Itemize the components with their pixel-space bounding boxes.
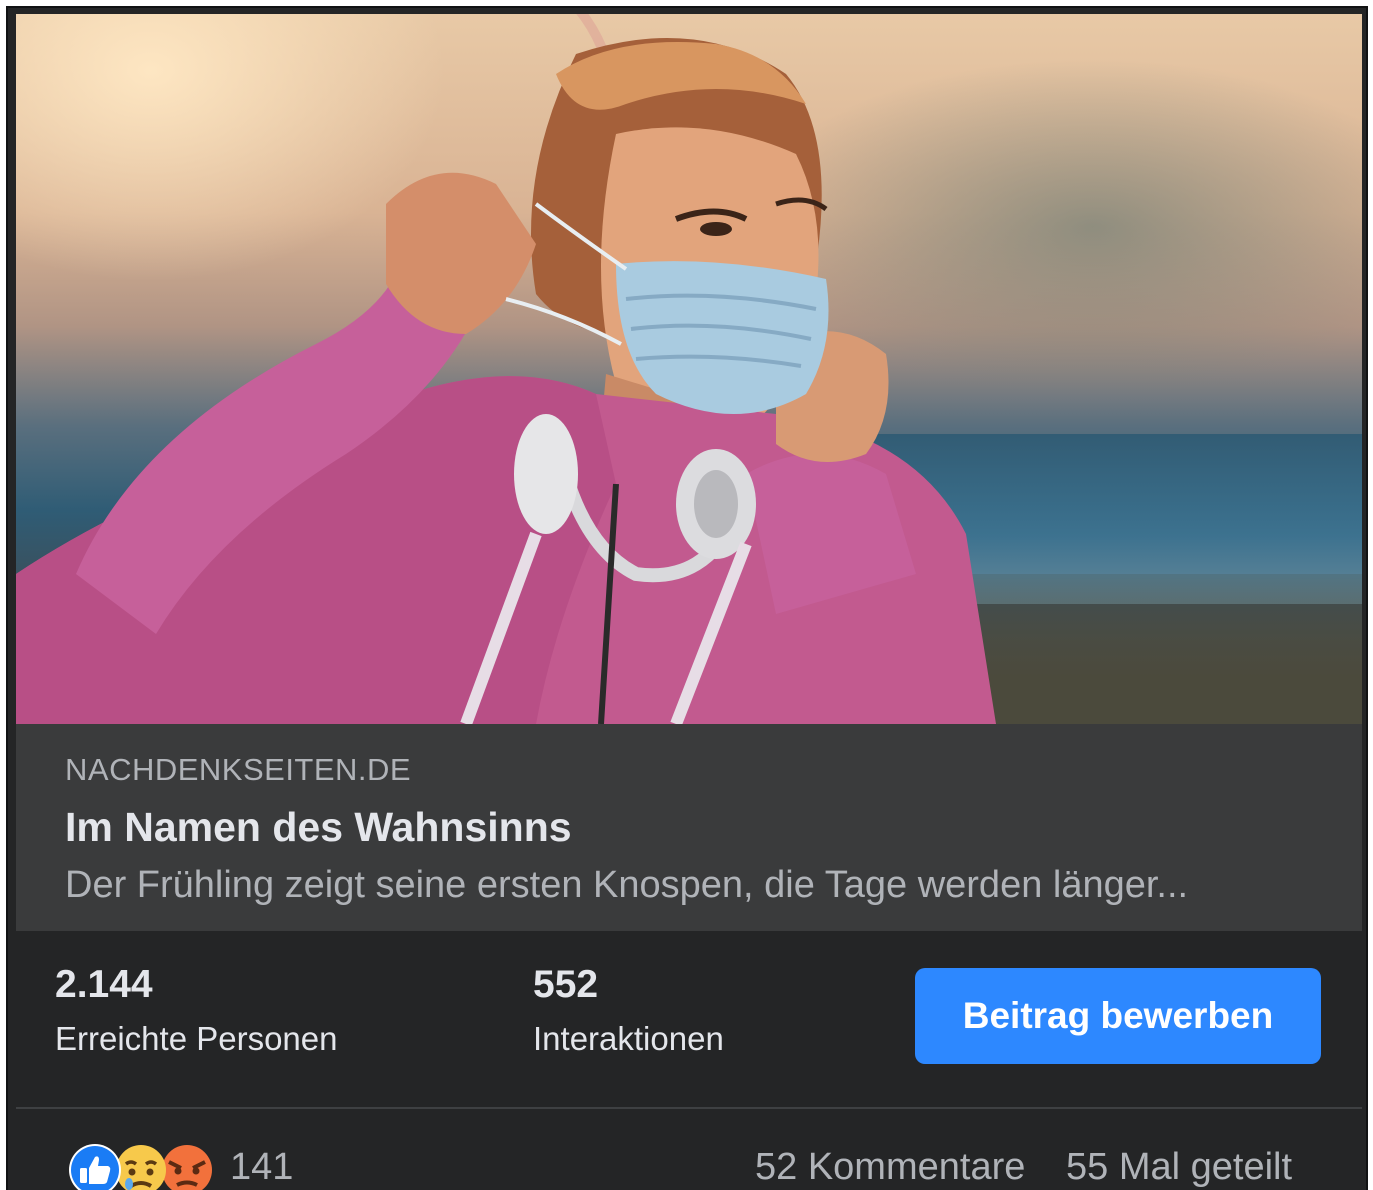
reaction-icons[interactable] xyxy=(63,1140,223,1190)
comments-count-link[interactable]: 52 Kommentare xyxy=(755,1146,1025,1189)
shares-count-link[interactable]: 55 Mal geteilt xyxy=(1066,1146,1292,1189)
like-icon xyxy=(69,1144,121,1190)
divider xyxy=(16,1107,1362,1109)
reach-count: 2.144 xyxy=(55,963,153,1006)
sad-icon xyxy=(116,1145,166,1190)
woman-with-mask-illustration xyxy=(16,38,996,724)
angry-icon xyxy=(162,1145,212,1190)
boost-post-button[interactable]: Beitrag bewerben xyxy=(915,968,1321,1064)
link-domain: NACHDENKSEITEN.DE xyxy=(65,752,412,787)
link-preview[interactable]: NACHDENKSEITEN.DE Im Namen des Wahnsinns… xyxy=(16,724,1362,931)
post-card: NACHDENKSEITEN.DE Im Namen des Wahnsinns… xyxy=(6,6,1368,1190)
post-image[interactable] xyxy=(16,14,1362,724)
interactions-count: 552 xyxy=(533,963,599,1006)
reach-label: Erreichte Personen xyxy=(55,1020,338,1057)
interactions-label: Interaktionen xyxy=(533,1020,724,1057)
reactions-count[interactable]: 141 xyxy=(230,1146,293,1189)
link-description: Der Frühling zeigt seine ersten Knospen,… xyxy=(65,864,1189,906)
link-title[interactable]: Im Namen des Wahnsinns xyxy=(65,804,572,851)
